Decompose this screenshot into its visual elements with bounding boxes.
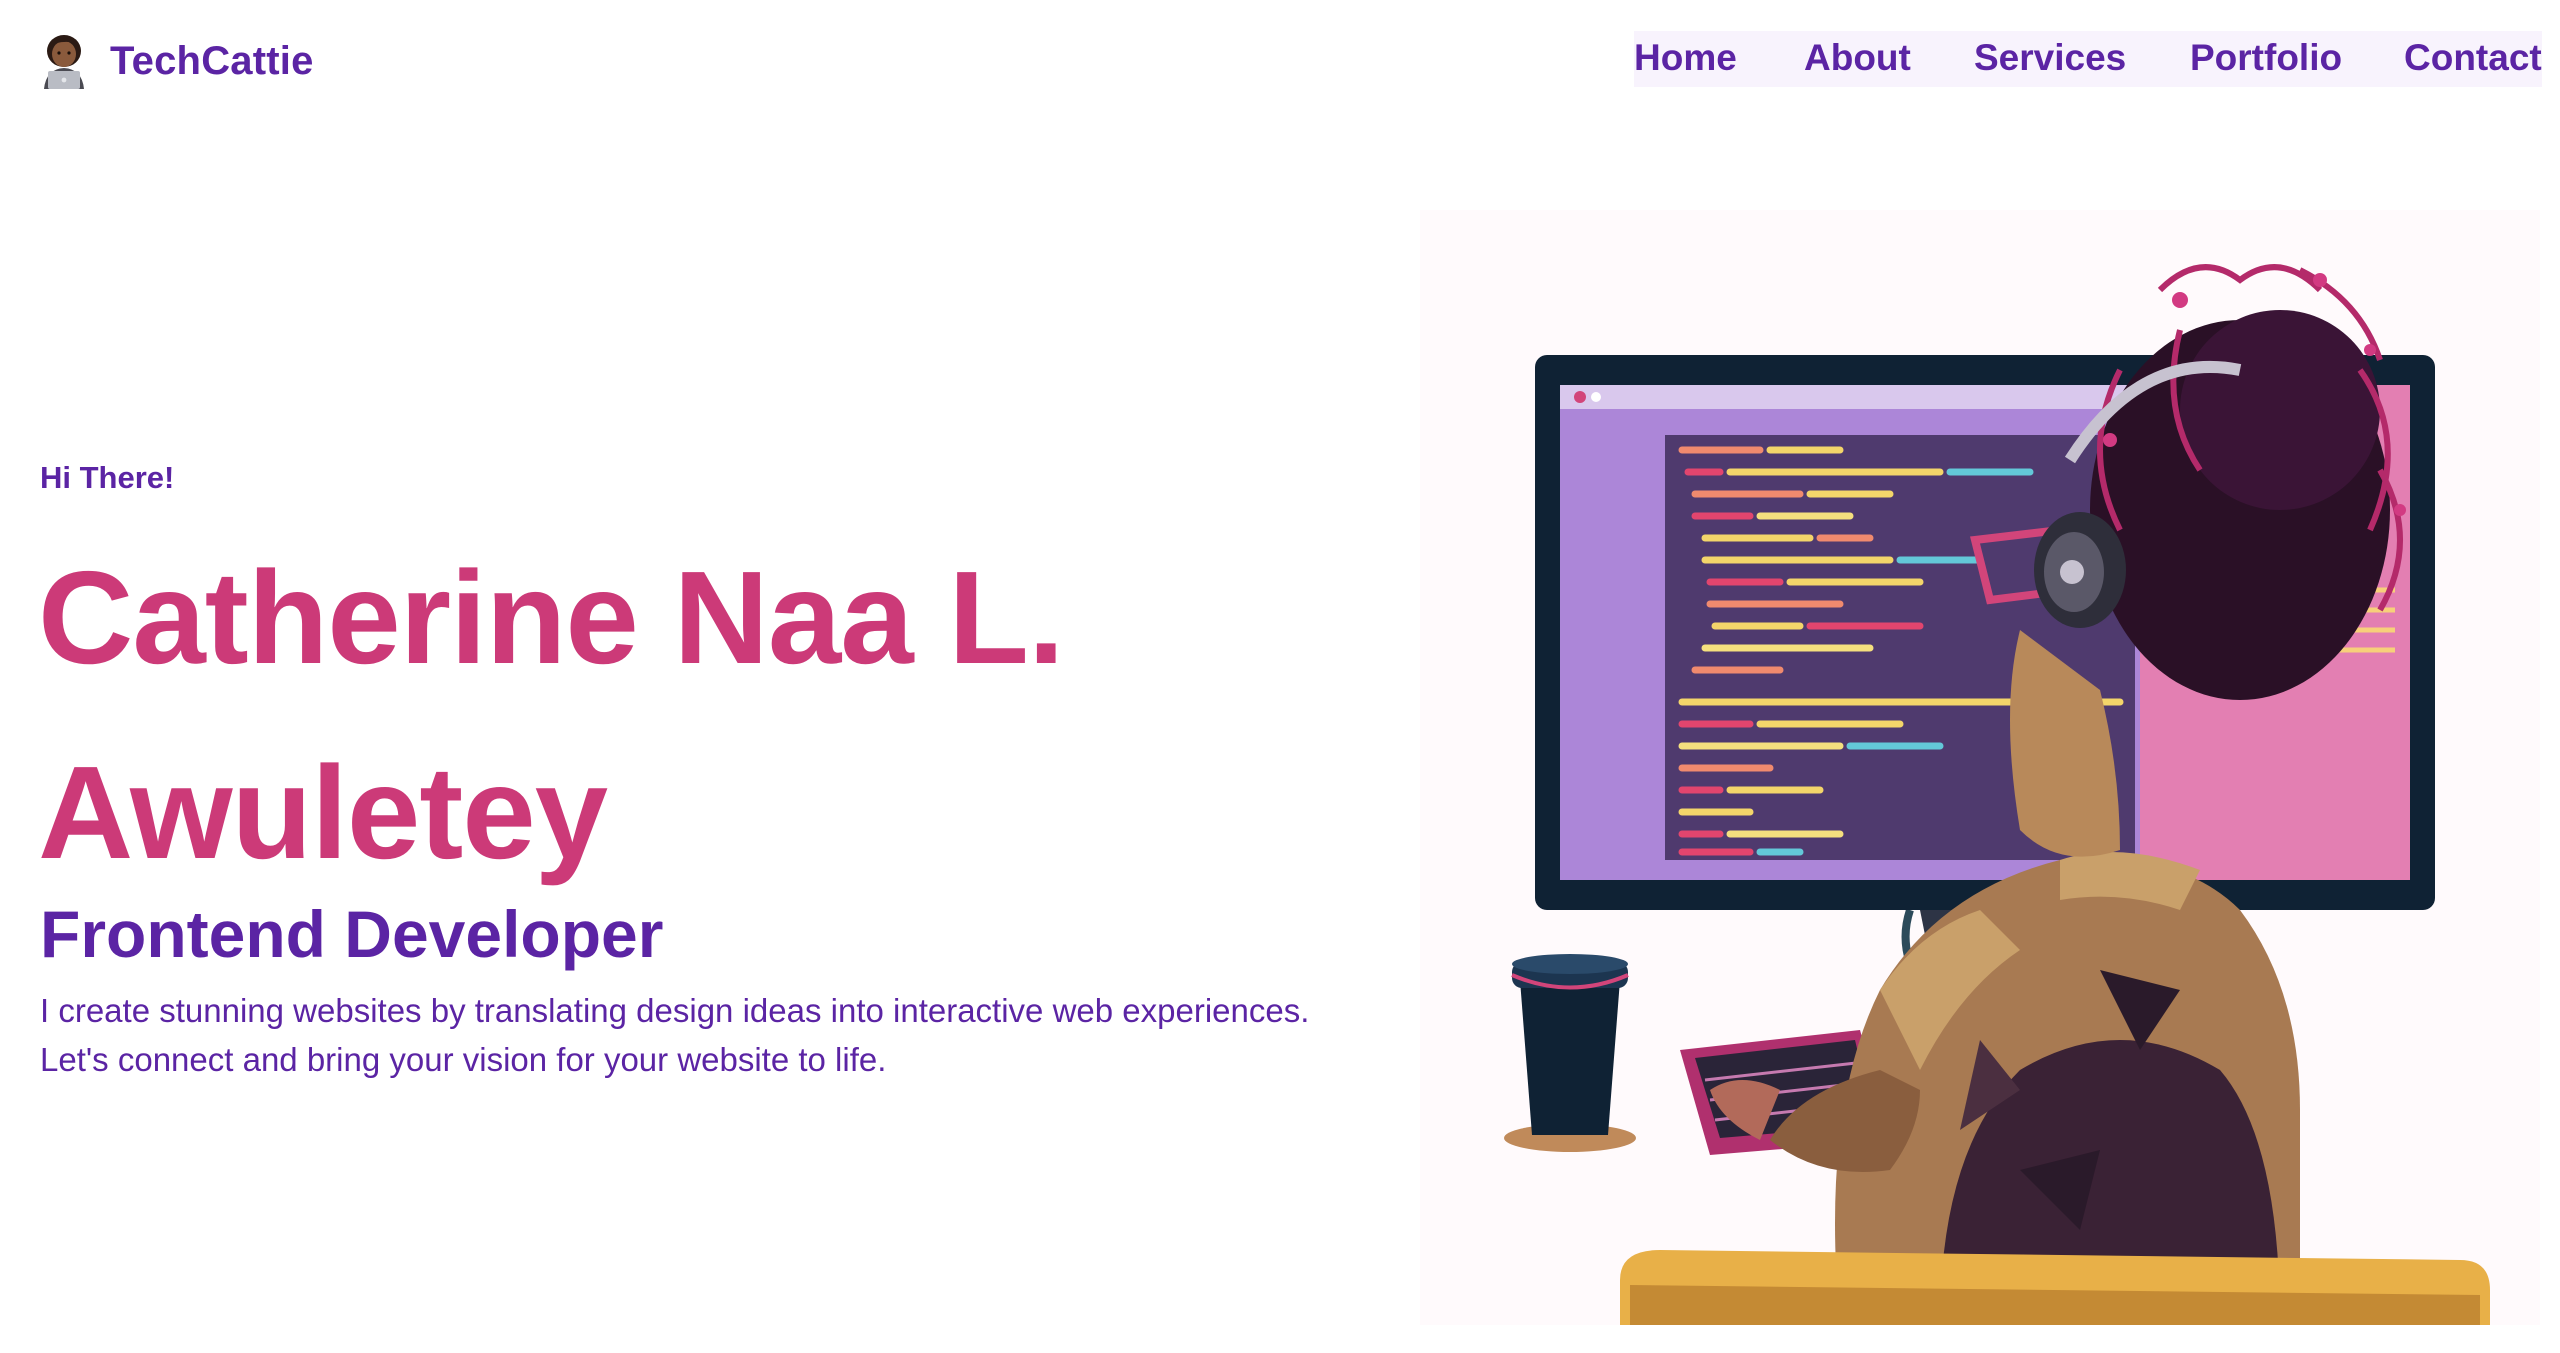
brand-logo-link[interactable]: TechCattie xyxy=(38,30,314,92)
nav-link-portfolio[interactable]: Portfolio xyxy=(2190,37,2342,79)
nav-link-services[interactable]: Services xyxy=(1974,37,2126,79)
hero-name: Catherine Naa L. Awuletey xyxy=(38,520,1218,910)
nav-link-contact[interactable]: Contact xyxy=(2404,37,2542,79)
nav-link-about[interactable]: About xyxy=(1804,37,1911,79)
hero-name-line1: Catherine Naa L. xyxy=(38,544,1065,691)
developer-illustration-image xyxy=(1420,210,2540,1325)
developer-at-computer-illustration xyxy=(1420,210,2540,1325)
hero-role: Frontend Developer xyxy=(40,897,664,971)
nav-link-home[interactable]: Home xyxy=(1634,37,1737,79)
hero-description-line1: I create stunning websites by translatin… xyxy=(40,992,1310,1029)
hero-greeting: Hi There! xyxy=(40,460,175,495)
site-header: TechCattie Home About Services Portfolio… xyxy=(0,0,2560,118)
hero-description-line2: Let's connect and bring your vision for … xyxy=(40,1041,887,1078)
main-navigation: Home About Services Portfolio Contact xyxy=(1634,31,2542,87)
hero-description: I create stunning websites by translatin… xyxy=(40,986,1440,1084)
woman-technologist-icon xyxy=(44,35,84,89)
brand-name: TechCattie xyxy=(110,38,314,83)
hero-name-line2: Awuletey xyxy=(38,739,608,886)
